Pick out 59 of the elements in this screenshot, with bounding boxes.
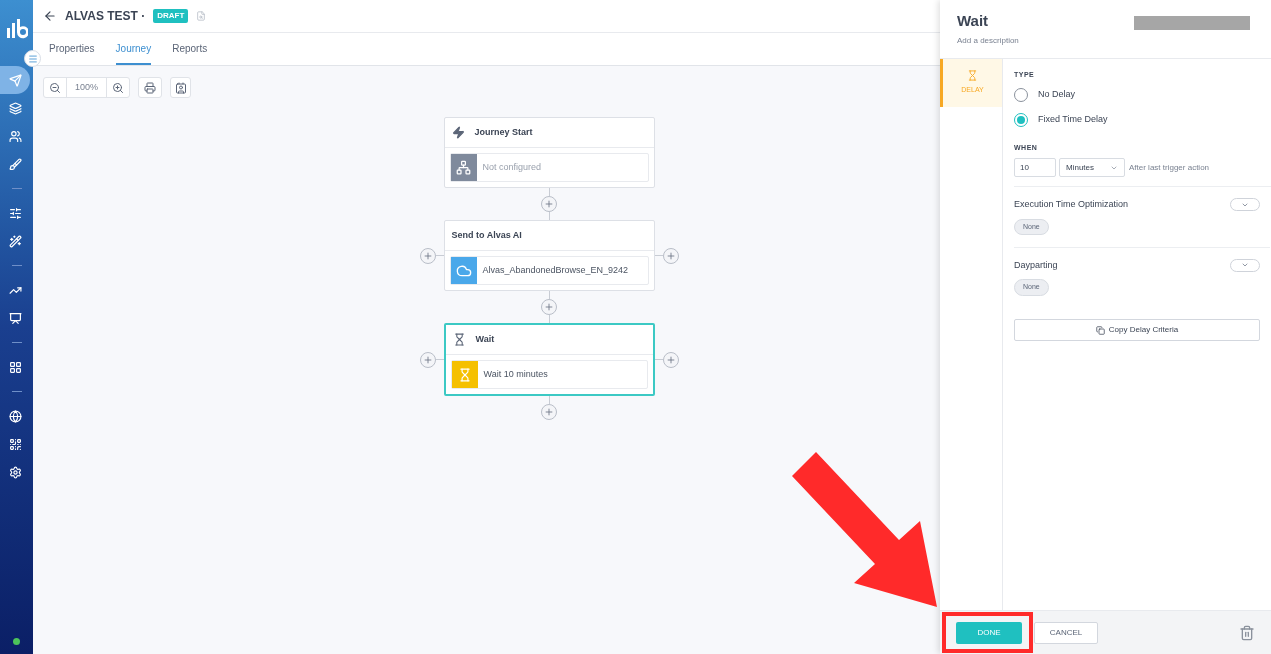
tab[interactable]: Properties (49, 33, 95, 65)
journey-node[interactable]: Journey Start Not configured (443, 117, 655, 188)
status-badge: DRAFT (153, 9, 189, 23)
back-icon[interactable] (43, 9, 57, 23)
zoom-level: 100% (74, 80, 99, 94)
radio-label: No Delay (1038, 87, 1075, 101)
document-search-icon (196, 11, 207, 21)
apps-icon (8, 360, 22, 374)
sliders-icon (8, 206, 22, 220)
node-detail: Alvas_AbandonedBrowse_EN_9242 (482, 263, 629, 277)
journey-title: ALVAS TEST · (65, 8, 146, 25)
globe-icon (8, 409, 22, 423)
plus-icon (422, 250, 433, 261)
print-icon (144, 81, 156, 94)
plus-icon (544, 302, 554, 312)
plus-icon (544, 199, 554, 209)
copy-criteria-button[interactable]: Copy Delay Criteria (1014, 319, 1260, 341)
panel-title: Wait (957, 11, 990, 31)
journey-node[interactable]: Wait Wait 10 minutes (443, 323, 655, 396)
contact-card-button[interactable] (170, 77, 191, 98)
node-title: Journey Start (474, 125, 533, 139)
hourglass-icon (452, 333, 466, 346)
settings-icon (8, 465, 22, 479)
plus-icon (665, 250, 676, 261)
contact-card-icon (174, 81, 187, 94)
hourglass-icon (967, 70, 978, 82)
zoom-out-icon (49, 81, 61, 94)
cancel-button[interactable]: CANCEL (1034, 621, 1098, 644)
node-detail: Not configured (482, 160, 542, 174)
node-title: Wait (475, 332, 495, 346)
plus-icon (544, 407, 554, 417)
qr-code-icon (8, 437, 22, 451)
description-link[interactable]: Add a description (957, 35, 1019, 47)
tab[interactable]: Reports (172, 33, 208, 65)
plus-icon (665, 354, 676, 365)
section-title: Dayparting (1014, 258, 1058, 272)
trash-icon (1239, 624, 1255, 641)
when-hint: After last trigger action (1129, 161, 1210, 174)
logo-icon[interactable] (5, 19, 28, 39)
section-title: Execution Time Optimization (1014, 198, 1129, 211)
unit-dropdown[interactable]: Minutes (1059, 158, 1125, 177)
wand-icon (8, 234, 22, 248)
layers-icon (8, 101, 22, 115)
bolt-icon (451, 126, 465, 139)
presentation-icon (8, 311, 22, 325)
zoom-in-icon (112, 81, 124, 94)
brush-icon (8, 157, 22, 171)
print-button[interactable] (138, 77, 162, 98)
delay-amount-field[interactable]: 10 (1014, 158, 1056, 177)
node-detail: Wait 10 minutes (483, 367, 548, 381)
menu-icon (27, 53, 38, 64)
copy-icon (1095, 325, 1105, 335)
plus-icon (422, 354, 433, 365)
send-icon (8, 73, 22, 87)
node-title: Send to Alvas AI (451, 228, 522, 242)
journey-node[interactable]: Send to Alvas AI Alvas_AbandonedBrowse_EN_9242 (443, 220, 655, 291)
hourglass-icon (457, 367, 472, 382)
users-icon (8, 129, 22, 143)
radio-label: Fixed Time Delay (1038, 112, 1108, 126)
